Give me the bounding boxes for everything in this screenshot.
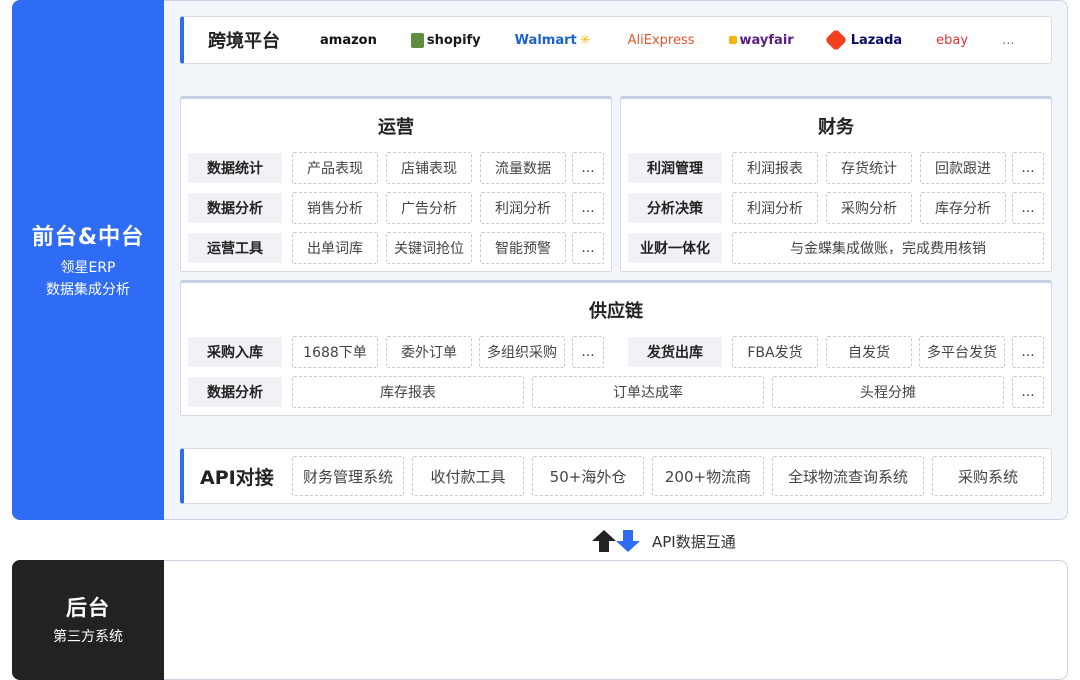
shopify-bag-icon: [410, 32, 424, 48]
platform-logo-shopify: shopify: [410, 32, 481, 48]
operations-item: 出单词库: [292, 232, 378, 264]
operations-more: ...: [572, 232, 604, 264]
platform-logo-amazon: amazon: [320, 33, 377, 48]
supply-title: 供应链: [589, 301, 643, 322]
supply-row-label: 数据分析: [188, 377, 282, 407]
finance-item: 与金蝶集成做账，完成费用核销: [732, 232, 1044, 264]
supply-row-label: 采购入库: [188, 337, 282, 367]
operations-row-label: 运营工具: [188, 233, 282, 263]
api-item: 50+海外仓: [532, 456, 644, 496]
platforms-more: ...: [1002, 32, 1015, 48]
finance-item: 利润分析: [732, 192, 818, 224]
operations-more: ...: [572, 192, 604, 224]
supply-row-label: 发货出库: [628, 337, 722, 367]
exchange-arrows: [592, 528, 640, 554]
operations-more: ...: [572, 152, 604, 184]
platform-logo-text: shopify: [426, 32, 481, 48]
operations-item: 智能预警: [480, 232, 566, 264]
platform-logo-text: amazon: [320, 32, 377, 48]
finance-item: 存货统计: [826, 152, 912, 184]
supply-item: ...: [1012, 336, 1044, 368]
operations-title: 运营: [378, 117, 414, 138]
back-subtitle: 第三方系统: [53, 629, 123, 645]
api-item: 200+物流商: [652, 456, 764, 496]
front-panel: 前台&中台 领星ERP 数据集成分析: [12, 0, 164, 520]
front-subtitle-1: 领星ERP: [60, 260, 116, 276]
finance-item: 回款跟进: [920, 152, 1006, 184]
supply-item: ...: [1012, 376, 1044, 408]
operations-item: 利润分析: [480, 192, 566, 224]
supply-item: FBA发货: [732, 336, 818, 368]
api-item: 收付款工具: [412, 456, 524, 496]
front-title: 前台&中台: [31, 225, 145, 250]
api-item: 财务管理系统: [292, 456, 404, 496]
finance-item: 采购分析: [826, 192, 912, 224]
supply-item: 多平台发货: [919, 336, 1005, 368]
platform-logo-text: wayfair: [739, 32, 794, 48]
lazada-heart-icon: [824, 28, 848, 52]
operations-row-label: 数据分析: [188, 193, 282, 223]
platform-logo-ebay: ebay: [936, 33, 968, 48]
platform-logo-wayfair: wayfair: [728, 32, 794, 48]
operations-item: 流量数据: [480, 152, 566, 184]
exchange-label: API数据互通: [652, 533, 736, 551]
operations-item: 广告分析: [386, 192, 472, 224]
finance-more: ...: [1012, 152, 1044, 184]
platform-logo-walmart: ✳ Walmart: [515, 33, 594, 48]
supply-item: 多组织采购: [479, 336, 565, 368]
finance-item: 利润报表: [732, 152, 818, 184]
platform-logo-text: Lazada: [850, 32, 903, 48]
back-title: 后台: [66, 596, 110, 620]
back-panel: 后台 第三方系统: [12, 560, 164, 680]
operations-item: 销售分析: [292, 192, 378, 224]
supply-item: 订单达成率: [532, 376, 764, 408]
front-subtitle-2: 数据集成分析: [46, 282, 130, 298]
supply-item: ...: [572, 336, 604, 368]
supply-item: 库存报表: [292, 376, 524, 408]
api-title: API对接: [200, 467, 274, 489]
platform-logo-text: Walmart: [514, 32, 577, 48]
finance-row-label: 利润管理: [628, 153, 722, 183]
wayfair-pinwheel-icon: [728, 36, 737, 44]
supply-item: 1688下单: [292, 336, 378, 368]
back-frame: [12, 560, 1068, 680]
platforms-bar: 跨境平台 amazon shopify ✳ Walmart AliExpress wayf…: [180, 16, 1052, 64]
api-item: 全球物流查询系统: [772, 456, 924, 496]
supply-item: 自发货: [826, 336, 912, 368]
finance-row-label: 业财一体化: [628, 233, 722, 263]
platform-logo-lazada: Lazada: [824, 28, 903, 52]
up-arrow-icon: [592, 530, 616, 552]
walmart-spark-icon: ✳: [579, 32, 591, 48]
operations-row-label: 数据统计: [188, 153, 282, 183]
down-arrow-icon: [616, 530, 640, 552]
finance-row-label: 分析决策: [628, 193, 722, 223]
operations-item: 店铺表现: [386, 152, 472, 184]
operations-item: 关键词抢位: [386, 232, 472, 264]
api-item: 采购系统: [932, 456, 1044, 496]
finance-item: 库存分析: [920, 192, 1006, 224]
platforms-title: 跨境平台: [208, 31, 280, 52]
finance-more: ...: [1012, 192, 1044, 224]
platform-logo-text: ebay: [936, 32, 969, 48]
supply-item: 委外订单: [386, 336, 472, 368]
finance-title: 财务: [818, 117, 854, 138]
platform-logo-text: AliExpress: [627, 32, 695, 48]
operations-item: 产品表现: [292, 152, 378, 184]
supply-item: 头程分摊: [772, 376, 1004, 408]
platform-logo-aliexpress: AliExpress: [628, 33, 695, 48]
